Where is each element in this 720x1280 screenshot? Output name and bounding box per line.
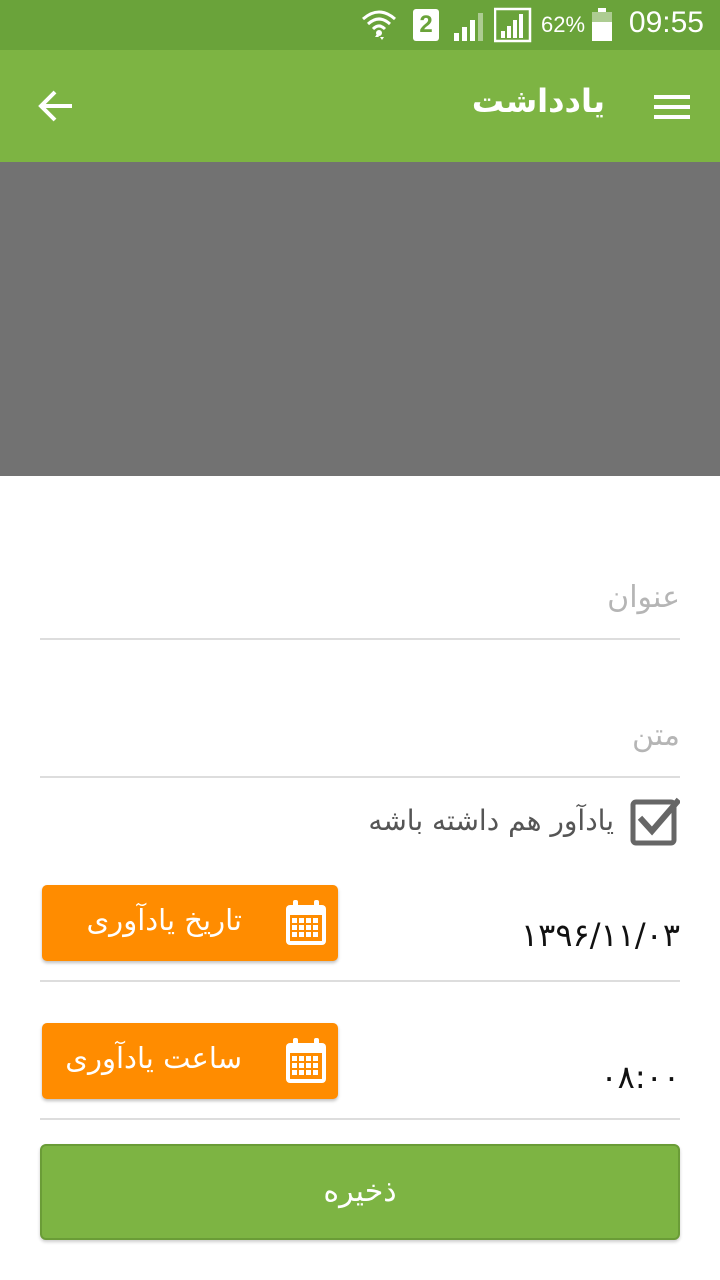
hamburger-menu-icon[interactable]	[654, 89, 690, 125]
divider	[40, 1118, 680, 1120]
save-button[interactable]: ذخیره	[40, 1144, 680, 1240]
image-placeholder[interactable]	[0, 162, 720, 476]
reminder-checkbox-label: یادآور هم داشته باشه	[368, 804, 614, 837]
reminder-date-value: ۱۳۹۶/۱۱/۰۳	[520, 916, 680, 954]
body-field[interactable]: متن	[40, 700, 680, 778]
reminder-date-label: تاریخ یادآوری	[86, 903, 242, 937]
status-bar: 2 62% 09:55	[0, 0, 720, 50]
divider	[40, 980, 680, 982]
save-button-label: ذخیره	[323, 1174, 397, 1209]
app-bar: یادداشت	[0, 50, 720, 162]
reminder-time-label: ساعت یادآوری	[65, 1041, 242, 1075]
arrow-left-icon[interactable]	[36, 86, 76, 126]
battery-icon	[592, 8, 612, 41]
reminder-checkbox-row[interactable]: یادآور هم داشته باشه	[360, 796, 680, 852]
reminder-time-value: ۰۸:۰۰	[600, 1058, 680, 1096]
signal-1-icon	[454, 13, 483, 41]
title-placeholder: عنوان	[607, 580, 680, 615]
status-time: 09:55	[628, 6, 704, 39]
body-placeholder: متن	[632, 718, 680, 753]
calendar-icon	[286, 1038, 326, 1083]
checkbox-checked-icon[interactable]	[630, 796, 680, 846]
page-title: یادداشت	[471, 82, 605, 120]
title-field[interactable]: عنوان	[40, 560, 680, 640]
calendar-icon	[286, 900, 326, 945]
battery-percent: 62%	[541, 12, 586, 37]
sim-badge-icon: 2	[413, 9, 439, 41]
wifi-icon	[362, 10, 396, 40]
reminder-time-button[interactable]: ساعت یادآوری	[42, 1023, 338, 1099]
sim-badge-number: 2	[419, 11, 433, 38]
signal-2-icon	[494, 7, 532, 43]
reminder-date-button[interactable]: تاریخ یادآوری	[42, 885, 338, 961]
